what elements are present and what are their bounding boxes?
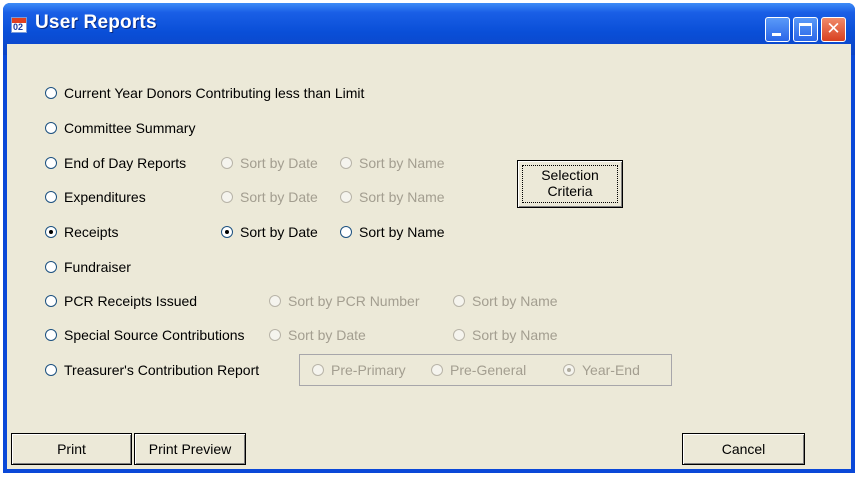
radio-button	[221, 191, 233, 203]
close-button[interactable]: ✕	[821, 17, 846, 42]
sort-option-label: Sort by Name	[472, 327, 558, 343]
period-option-label: Year-End	[582, 362, 640, 378]
maximize-button[interactable]	[793, 17, 818, 42]
treasurer-pre-general: Pre-General	[431, 361, 526, 379]
sort-option-label: Sort by Name	[359, 155, 445, 171]
report-option-label: Current Year Donors Contributing less th…	[64, 85, 365, 101]
radio-button[interactable]	[45, 364, 57, 376]
button-label: Cancel	[721, 441, 766, 457]
sort-option-label: Sort by Name	[359, 224, 445, 240]
pcr-sort-by-name: Sort by Name	[453, 292, 558, 310]
report-option-end-of-day[interactable]: End of Day Reports	[45, 154, 186, 172]
radio-button[interactable]	[45, 329, 57, 341]
treasurer-year-end: Year-End	[563, 361, 640, 379]
radio-button[interactable]	[45, 157, 57, 169]
report-option-expenditures[interactable]: Expenditures	[45, 188, 146, 206]
expenditures-sort-by-name: Sort by Name	[340, 188, 445, 206]
radio-button[interactable]	[45, 87, 57, 99]
radio-button[interactable]	[221, 226, 233, 238]
report-option-label: Expenditures	[64, 189, 146, 205]
radio-button	[340, 157, 352, 169]
end-of-day-sort-by-date: Sort by Date	[221, 154, 318, 172]
button-label: Print Preview	[148, 441, 232, 457]
report-option-fundraiser[interactable]: Fundraiser	[45, 258, 131, 276]
dialog-body: Current Year Donors Contributing less th…	[7, 44, 851, 469]
report-option-label: PCR Receipts Issued	[64, 293, 198, 309]
report-option-label: Receipts	[64, 224, 119, 240]
report-option-receipts[interactable]: Receipts	[45, 223, 118, 241]
minimize-icon	[772, 33, 781, 36]
period-option-label: Pre-General	[450, 362, 527, 378]
report-option-pcr-receipts[interactable]: PCR Receipts Issued	[45, 292, 197, 310]
expenditures-sort-by-date: Sort by Date	[221, 188, 318, 206]
radio-button	[431, 364, 443, 376]
radio-button	[563, 364, 575, 376]
radio-button	[453, 329, 465, 341]
report-option-label: Treasurer's Contribution Report	[64, 362, 260, 378]
focus-rectangle	[522, 165, 618, 203]
radio-button	[221, 157, 233, 169]
report-option-label: Special Source Contributions	[64, 327, 245, 343]
sort-option-label: Sort by PCR Number	[288, 293, 420, 309]
radio-button[interactable]	[45, 295, 57, 307]
report-option-special-source[interactable]: Special Source Contributions	[45, 326, 245, 344]
period-option-label: Pre-Primary	[331, 362, 406, 378]
treasurer-pre-primary: Pre-Primary	[312, 361, 406, 379]
report-option-label: Fundraiser	[64, 259, 131, 275]
sort-option-label: Sort by Date	[288, 327, 366, 343]
sort-option-label: Sort by Date	[240, 189, 318, 205]
maximize-icon	[799, 23, 812, 36]
user-reports-window: 02 User Reports ✕ Current Year Donors Co…	[3, 3, 855, 473]
report-option-committee-summary[interactable]: Committee Summary	[45, 119, 195, 137]
print-preview-button[interactable]: Print Preview	[134, 433, 246, 465]
report-option-donors-less-than-limit[interactable]: Current Year Donors Contributing less th…	[45, 84, 364, 102]
radio-button	[340, 191, 352, 203]
radio-button[interactable]	[45, 191, 57, 203]
pcr-sort-by-pcr-number: Sort by PCR Number	[269, 292, 419, 310]
radio-button	[312, 364, 324, 376]
receipts-sort-by-date[interactable]: Sort by Date	[221, 223, 318, 241]
minimize-button[interactable]	[765, 17, 790, 42]
report-option-label: End of Day Reports	[64, 155, 187, 171]
receipts-sort-by-name[interactable]: Sort by Name	[340, 223, 445, 241]
window-title: User Reports	[35, 12, 157, 33]
radio-button[interactable]	[45, 261, 57, 273]
sort-option-label: Sort by Date	[240, 155, 318, 171]
radio-button	[453, 295, 465, 307]
close-icon: ✕	[826, 19, 841, 39]
end-of-day-sort-by-name: Sort by Name	[340, 154, 445, 172]
sort-option-label: Sort by Name	[472, 293, 558, 309]
special-source-sort-by-name: Sort by Name	[453, 326, 558, 344]
calendar-app-icon[interactable]: 02	[11, 17, 27, 33]
special-source-sort-by-date: Sort by Date	[269, 326, 366, 344]
print-button[interactable]: Print	[11, 433, 132, 465]
radio-button[interactable]	[45, 226, 57, 238]
report-option-treasurer[interactable]: Treasurer's Contribution Report	[45, 361, 259, 379]
button-label: Print	[57, 441, 86, 457]
report-option-label: Committee Summary	[64, 120, 196, 136]
radio-button[interactable]	[340, 226, 352, 238]
cancel-button[interactable]: Cancel	[682, 433, 805, 465]
sort-option-label: Sort by Date	[240, 224, 318, 240]
selection-criteria-button[interactable]: Selection Criteria	[517, 160, 623, 208]
sort-option-label: Sort by Name	[359, 189, 445, 205]
radio-button	[269, 295, 281, 307]
radio-button[interactable]	[45, 122, 57, 134]
radio-button	[269, 329, 281, 341]
